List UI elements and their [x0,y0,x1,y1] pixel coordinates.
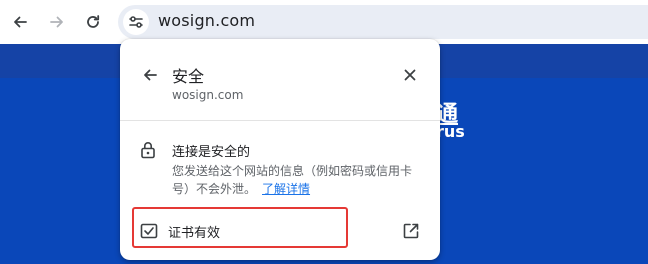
popup-title: 安全 [172,67,205,86]
arrow-left-icon [144,69,157,81]
popup-back-button[interactable] [138,63,162,87]
browser-toolbar: wosign.com [0,0,648,44]
reload-icon [87,15,100,28]
url-text[interactable]: wosign.com [158,11,255,30]
close-icon [404,69,416,81]
lock-icon [141,142,155,159]
learn-more-link[interactable]: 了解详情 [262,182,310,196]
address-bar[interactable]: wosign.com [118,5,648,39]
arrow-right-icon [50,16,63,28]
highlight-annotation [132,207,348,248]
open-in-new-icon[interactable] [402,222,420,240]
popup-domain: wosign.com [172,88,244,102]
reload-button[interactable] [79,8,107,36]
site-info-button[interactable] [123,9,149,35]
popup-close-button[interactable] [398,63,422,87]
tune-icon [129,16,143,28]
connection-status-title: 连接是安全的 [172,145,251,160]
page-subheading-fragment: rus [436,122,464,141]
arrow-left-icon [14,16,27,28]
connection-description: 您发送给这个网站的信息（例如密码或信用卡号）不会外泄。 了解详情 [172,162,422,198]
popup-divider [120,120,440,121]
forward-button[interactable] [43,8,71,36]
back-button[interactable] [6,8,34,36]
